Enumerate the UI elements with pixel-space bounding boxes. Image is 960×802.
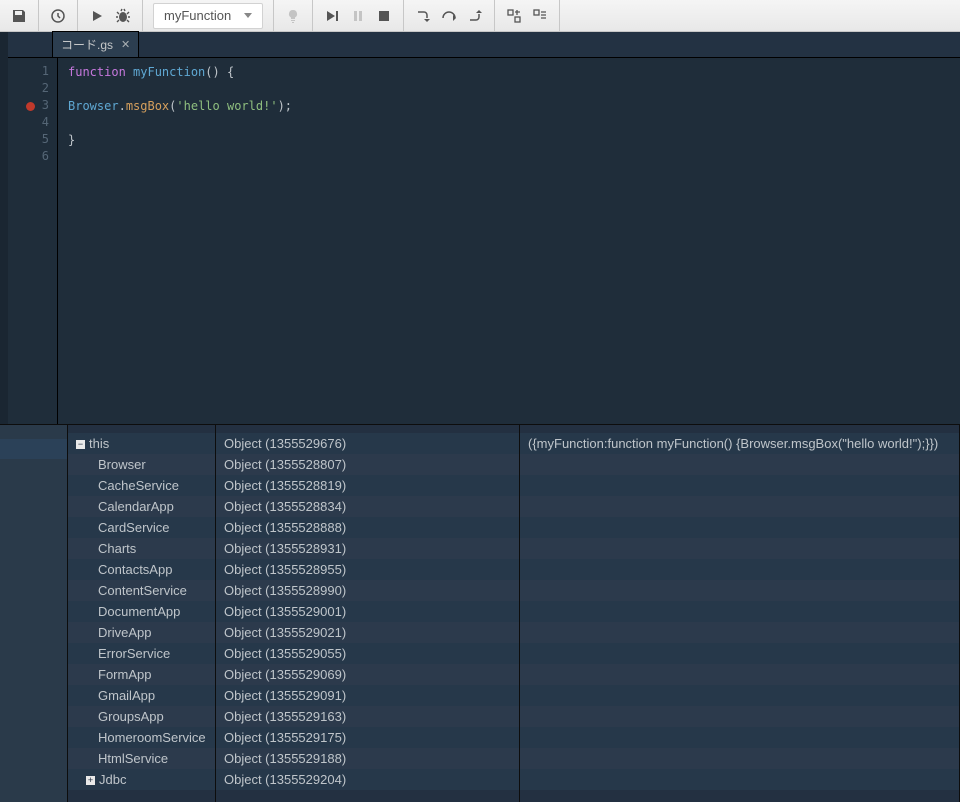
scope-item-preview <box>520 643 959 664</box>
chevron-down-icon <box>244 13 252 18</box>
scope-item-preview <box>520 622 959 643</box>
file-tab[interactable]: コード.gs ✕ <box>52 31 139 57</box>
scope-root-preview: ({myFunction:function myFunction() {Brow… <box>520 433 959 454</box>
scope-item-preview <box>520 685 959 706</box>
scope-root[interactable]: −this <box>68 433 215 454</box>
scope-item-type: Object (1355528819) <box>216 475 519 496</box>
step-into-button[interactable] <box>410 3 436 29</box>
scope-item-preview <box>520 664 959 685</box>
watch-add-button[interactable] <box>501 3 527 29</box>
scope-item[interactable]: + Jdbc <box>68 769 215 790</box>
scope-item-type: Object (1355529001) <box>216 601 519 622</box>
scope-item-preview <box>520 475 959 496</box>
step-out-button[interactable] <box>462 3 488 29</box>
gutter[interactable]: 1 2 3 4 5 6 <box>8 58 58 424</box>
step-over-button[interactable] <box>436 3 462 29</box>
scope-item-type: Object (1355528888) <box>216 517 519 538</box>
scope-item[interactable]: GmailApp <box>68 685 215 706</box>
debug-stop-button[interactable] <box>371 3 397 29</box>
scope-root-label: this <box>89 436 109 451</box>
function-select[interactable]: myFunction <box>153 3 263 29</box>
scope-item[interactable]: ContactsApp <box>68 559 215 580</box>
close-icon[interactable]: ✕ <box>121 38 130 51</box>
scope-item-type: Object (1355529204) <box>216 769 519 790</box>
expand-icon[interactable]: + <box>86 776 95 785</box>
watch-refresh-button[interactable] <box>527 3 553 29</box>
scope-item-type: Object (1355528834) <box>216 496 519 517</box>
line-number[interactable]: 6 <box>8 149 57 166</box>
scope-item-preview <box>520 601 959 622</box>
scope-item-preview <box>520 454 959 475</box>
scope-item[interactable]: CacheService <box>68 475 215 496</box>
scope-item-type: Object (1355529069) <box>216 664 519 685</box>
code-text[interactable]: function myFunction() { Browser.msgBox('… <box>58 58 960 424</box>
scope-item-type: Object (1355529091) <box>216 685 519 706</box>
tab-strip: コード.gs ✕ <box>8 32 960 58</box>
scope-preview-column: ({myFunction:function myFunction() {Brow… <box>520 425 960 802</box>
scope-item[interactable]: ContentService <box>68 580 215 601</box>
scope-item[interactable]: Charts <box>68 538 215 559</box>
scope-item-type: Object (1355528931) <box>216 538 519 559</box>
scope-item[interactable]: DriveApp <box>68 622 215 643</box>
breakpoint-icon[interactable] <box>26 102 35 111</box>
scope-item-type: Object (1355529021) <box>216 622 519 643</box>
line-number[interactable]: 3 <box>8 98 57 115</box>
scope-item-preview <box>520 496 959 517</box>
line-number[interactable]: 5 <box>8 132 57 149</box>
scope-item-type: Object (1355528955) <box>216 559 519 580</box>
scope-item-type: Object (1355529175) <box>216 727 519 748</box>
scope-item-preview <box>520 727 959 748</box>
scope-item-preview <box>520 580 959 601</box>
debug-button[interactable] <box>110 3 136 29</box>
scope-item-preview <box>520 748 959 769</box>
toolbar: myFunction <box>0 0 960 32</box>
scope-item-type: Object (1355528807) <box>216 454 519 475</box>
scope-item-preview <box>520 517 959 538</box>
scope-item-preview <box>520 559 959 580</box>
editor-left-rail <box>0 32 8 424</box>
scope-item[interactable]: FormApp <box>68 664 215 685</box>
hint-button <box>280 3 306 29</box>
file-tab-label: コード.gs <box>61 36 113 53</box>
scope-types-column: Object (1355529676)Object (1355528807)Ob… <box>216 425 520 802</box>
debug-sidebar <box>0 425 68 802</box>
function-select-label: myFunction <box>164 8 231 23</box>
scope-item[interactable]: Browser <box>68 454 215 475</box>
debug-pause-button <box>345 3 371 29</box>
scope-item[interactable]: DocumentApp <box>68 601 215 622</box>
scope-item-preview <box>520 706 959 727</box>
collapse-icon[interactable]: − <box>76 440 85 449</box>
scope-root-type: Object (1355529676) <box>216 433 519 454</box>
debug-active-frame-indicator[interactable] <box>0 439 67 459</box>
scope-item-type: Object (1355529188) <box>216 748 519 769</box>
line-number[interactable]: 1 <box>8 64 57 81</box>
debug-panel: −thisBrowserCacheServiceCalendarAppCardS… <box>0 424 960 802</box>
scope-item-preview <box>520 769 959 790</box>
save-button[interactable] <box>6 3 32 29</box>
line-number[interactable]: 2 <box>8 81 57 98</box>
history-button[interactable] <box>45 3 71 29</box>
scope-item[interactable]: HtmlService <box>68 748 215 769</box>
scope-item-preview <box>520 538 959 559</box>
scope-names-column: −thisBrowserCacheServiceCalendarAppCardS… <box>68 425 216 802</box>
line-number[interactable]: 4 <box>8 115 57 132</box>
debug-continue-button[interactable] <box>319 3 345 29</box>
scope-item[interactable]: GroupsApp <box>68 706 215 727</box>
scope-item-type: Object (1355528990) <box>216 580 519 601</box>
scope-item[interactable]: ErrorService <box>68 643 215 664</box>
run-button[interactable] <box>84 3 110 29</box>
workspace: コード.gs ✕ 1 2 3 4 5 6 function myFunction… <box>0 32 960 424</box>
scope-item-type: Object (1355529163) <box>216 706 519 727</box>
code-editor[interactable]: 1 2 3 4 5 6 function myFunction() { Brow… <box>8 58 960 424</box>
scope-item[interactable]: CalendarApp <box>68 496 215 517</box>
scope-item-label: Jdbc <box>99 772 126 787</box>
scope-item[interactable]: HomeroomService <box>68 727 215 748</box>
scope-item[interactable]: CardService <box>68 517 215 538</box>
scope-item-type: Object (1355529055) <box>216 643 519 664</box>
